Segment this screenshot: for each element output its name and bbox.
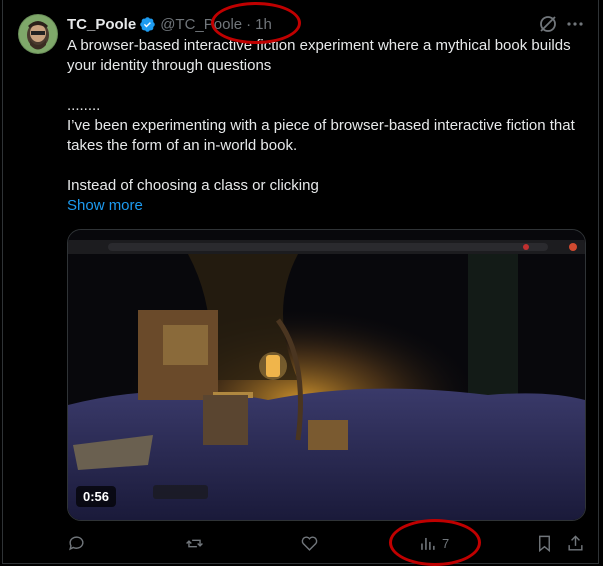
share-button[interactable] — [566, 532, 585, 554]
video-thumbnail — [68, 230, 585, 520]
like-icon — [301, 535, 318, 551]
tweet-text-line1: A browser-based interactive fiction expe… — [67, 37, 571, 74]
show-more-link[interactable]: Show more — [67, 196, 587, 216]
action-bar: 7 — [0, 530, 603, 556]
verified-badge-icon — [139, 16, 156, 33]
video-duration: 0:56 — [76, 486, 117, 507]
tweet-dots: ........ — [67, 97, 101, 114]
avatar[interactable] — [18, 14, 58, 54]
annotation-circle-views — [389, 519, 481, 566]
retweet-icon — [186, 539, 203, 547]
bookmark-button[interactable] — [535, 532, 554, 554]
more-icon[interactable] — [565, 14, 585, 34]
tweet-text-para3: Instead of choosing a class or clicking — [67, 177, 319, 194]
tweet-text-para2: I’ve been experimenting with a piece of … — [67, 117, 575, 154]
annotation-circle-time — [211, 2, 301, 44]
retweet-button[interactable] — [185, 532, 204, 554]
display-name[interactable]: TC_Poole — [67, 16, 136, 33]
reply-icon — [69, 535, 84, 550]
tweet-text: A browser-based interactive fiction expe… — [67, 36, 587, 216]
grok-icon[interactable] — [538, 14, 558, 34]
like-button[interactable] — [300, 532, 319, 554]
share-icon — [568, 534, 583, 551]
bookmark-icon — [539, 535, 550, 552]
reply-button[interactable] — [67, 532, 86, 554]
video-player[interactable]: 0:56 — [67, 229, 586, 521]
